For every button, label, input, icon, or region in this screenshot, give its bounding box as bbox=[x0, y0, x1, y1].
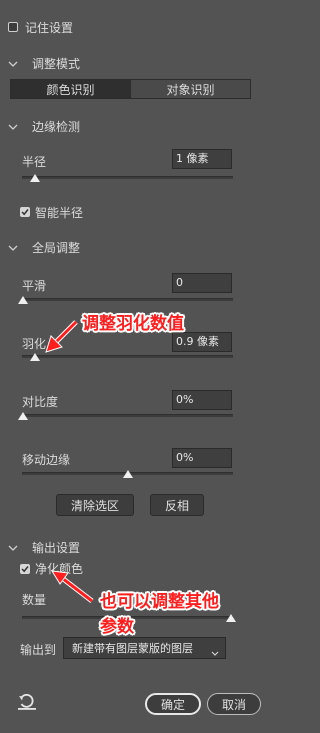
annotation-other-note-line1: 也可以调整其他 bbox=[100, 592, 219, 612]
annotation-arrow-other bbox=[51, 570, 94, 603]
annotation-other-note-line2: 参数 bbox=[100, 617, 134, 637]
